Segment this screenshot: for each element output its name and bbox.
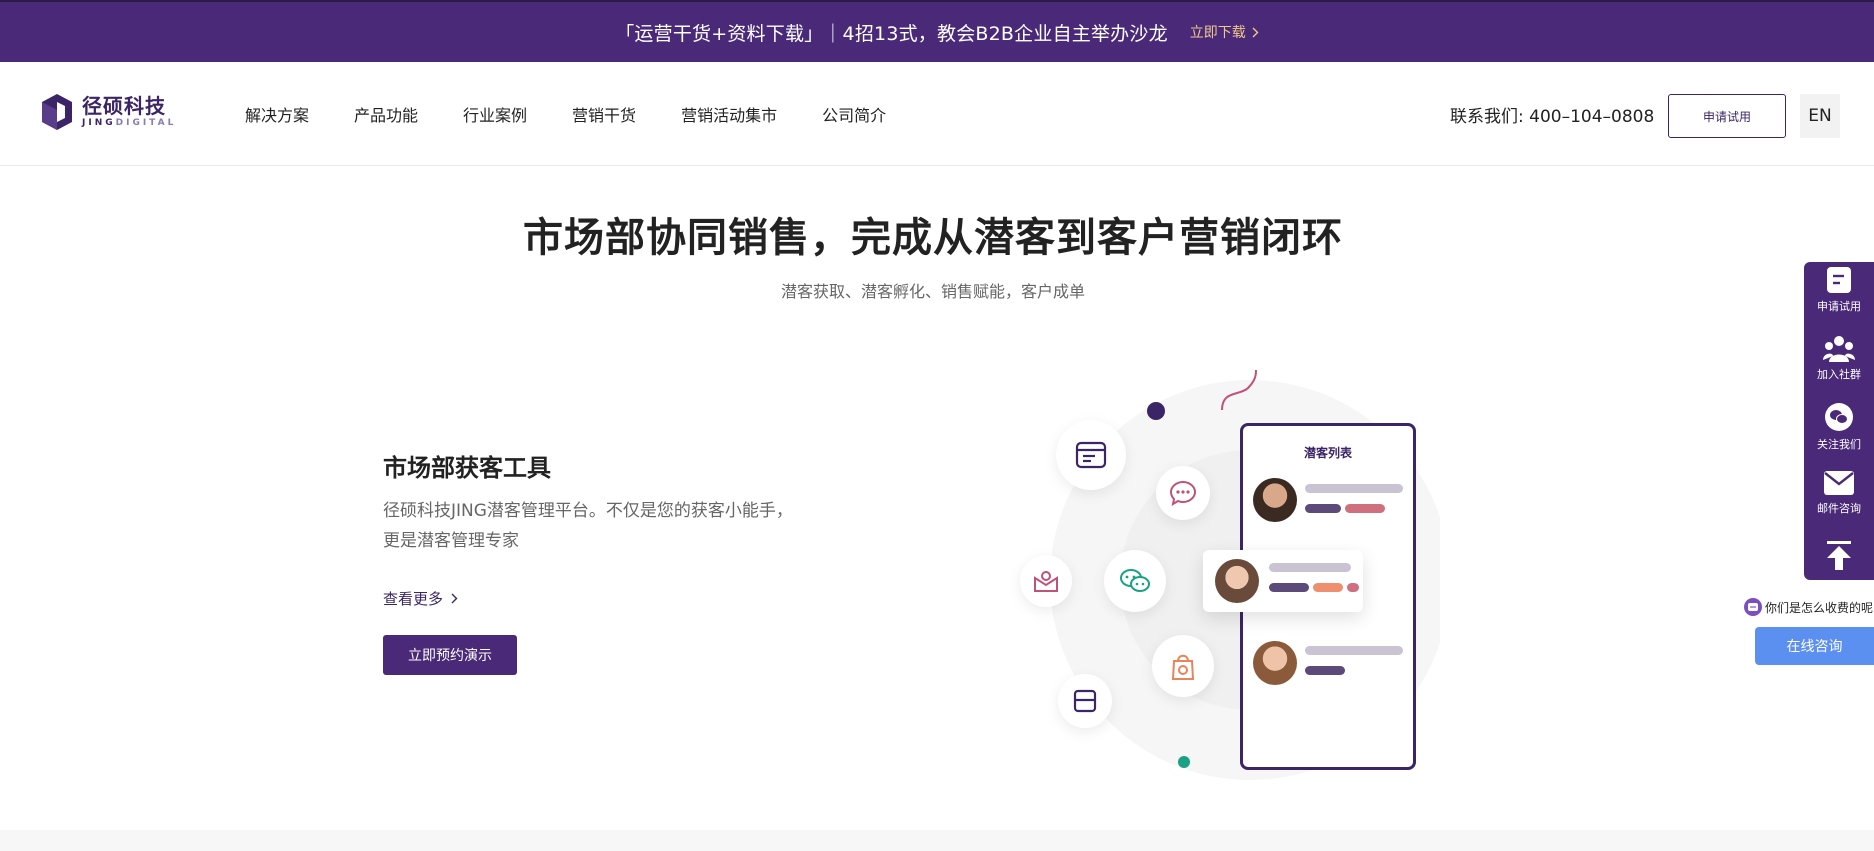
- lead-tag: [1305, 666, 1345, 675]
- shopping-bubble: [1152, 635, 1214, 697]
- shopping-bag-icon: [1171, 654, 1195, 680]
- online-consult-button[interactable]: 在线咨询: [1755, 627, 1874, 665]
- page-title: 市场部协同销售，完成从潜客到客户营销闭环: [523, 215, 1343, 261]
- sidebar-item-follow-us[interactable]: 关注我们: [1804, 402, 1874, 452]
- apply-trial-button[interactable]: 申请试用: [1668, 94, 1786, 138]
- chat-suggestion[interactable]: 你们是怎么收费的呢: [1744, 597, 1873, 617]
- mail-at-icon: [1034, 571, 1058, 592]
- lead-avatar-3: [1253, 641, 1297, 685]
- mail-icon: [1824, 471, 1854, 495]
- browser-window-icon: [1075, 441, 1107, 469]
- feature-title: 市场部获客工具: [383, 454, 551, 482]
- sidebar-item-email[interactable]: 邮件咨询: [1804, 470, 1874, 516]
- lead-avatar-2: [1215, 559, 1259, 603]
- wechat-icon: [1825, 403, 1853, 431]
- nav-item-about[interactable]: 公司简介: [822, 102, 886, 126]
- lead-bar: [1269, 563, 1351, 572]
- chat-dots-icon: [1169, 480, 1197, 506]
- logo[interactable]: 径硕科技 JINGDIGITAL: [40, 92, 176, 132]
- logo-name-en: JINGDIGITAL: [82, 117, 176, 129]
- sidebar-item-join-community[interactable]: 加入社群: [1804, 334, 1874, 382]
- phone-list-title: 潜客列表: [1303, 446, 1352, 460]
- feature-description: 径硕科技JING潜客管理平台。不仅是您的获客小能手，更是潜客管理专家: [383, 501, 793, 551]
- card-icon: [1073, 689, 1097, 713]
- nav-item-cases[interactable]: 行业案例: [463, 102, 527, 126]
- book-demo-button[interactable]: 立即预约演示: [383, 635, 517, 675]
- card-bubble: [1058, 674, 1112, 728]
- logo-en-jing: JING: [82, 118, 116, 128]
- nav-item-marketing-content[interactable]: 营销干货: [572, 102, 636, 126]
- sidebar-item-label: 加入社群: [1817, 368, 1861, 381]
- top-banner: 「运营干货+资料下载」｜4招13式，教会B2B企业自主举办沙龙 立即下载: [0, 0, 1874, 62]
- chat-suggestion-text: 你们是怎么收费的呢: [1765, 600, 1874, 615]
- lead-illustration: 潜客列表: [1000, 360, 1440, 780]
- lead-tag: [1313, 583, 1343, 592]
- sidebar-item-apply-trial[interactable]: 申请试用: [1804, 266, 1874, 314]
- arrow-up-icon: [1827, 541, 1851, 570]
- browser-bubble: [1056, 420, 1126, 490]
- wechat-icon: [1120, 569, 1150, 592]
- chevron-right-icon: [1252, 27, 1259, 37]
- banner-text: 「运营干货+资料下载」｜4招13式，教会B2B企业自主举办沙龙: [615, 22, 1168, 45]
- chat-bubble: [1156, 466, 1210, 520]
- main-nav: 解决方案 产品功能 行业案例 营销干货 营销活动集市 公司简介: [245, 62, 931, 166]
- lead-bar: [1305, 484, 1403, 493]
- lead-tag: [1347, 583, 1359, 592]
- banner-download-link[interactable]: 立即下载: [1190, 22, 1259, 42]
- back-to-top-button[interactable]: [1804, 540, 1874, 570]
- form-icon: [1827, 267, 1851, 293]
- mail-bubble: [1020, 555, 1072, 607]
- nav-item-solutions[interactable]: 解决方案: [245, 102, 309, 126]
- lead-avatar-1: [1253, 478, 1297, 522]
- logo-name-cn: 径硕科技: [82, 94, 166, 118]
- nav-item-products[interactable]: 产品功能: [354, 102, 418, 126]
- see-more-link[interactable]: 查看更多: [383, 588, 458, 609]
- logo-mark-icon: [42, 94, 72, 130]
- nav-item-events-market[interactable]: 营销活动集市: [681, 102, 777, 126]
- page-subtitle: 潜客获取、潜客孵化、销售赋能，客户成单: [780, 282, 1085, 301]
- logo-en-digital: DIGITAL: [115, 118, 177, 128]
- language-switch-button[interactable]: EN: [1800, 94, 1840, 138]
- sidebar-item-label: 关注我们: [1817, 438, 1861, 451]
- sidebar-item-label: 申请试用: [1817, 300, 1861, 313]
- chevron-right-icon: [451, 593, 458, 604]
- lead-tag: [1305, 504, 1341, 513]
- lead-bar: [1305, 646, 1403, 655]
- site-header: 径硕科技 JINGDIGITAL 解决方案 产品功能 行业案例 营销干货 营销活…: [0, 62, 1874, 166]
- contact-phone: 联系我们: 400–104–0808: [1450, 106, 1655, 127]
- lead-tag: [1345, 504, 1385, 513]
- next-section-edge: [0, 830, 1874, 851]
- wechat-bubble: [1104, 550, 1166, 612]
- community-icon: [1823, 336, 1855, 362]
- lead-tag: [1269, 583, 1309, 592]
- banner-link-label: 立即下载: [1189, 25, 1246, 41]
- chat-bubble-icon: [1744, 598, 1762, 616]
- highlighted-lead-card: [1203, 550, 1363, 612]
- sidebar-item-label: 邮件咨询: [1817, 502, 1861, 515]
- see-more-label: 查看更多: [383, 590, 444, 608]
- floating-toolbar: 申请试用 加入社群 关注我们 邮件咨询: [1804, 262, 1874, 580]
